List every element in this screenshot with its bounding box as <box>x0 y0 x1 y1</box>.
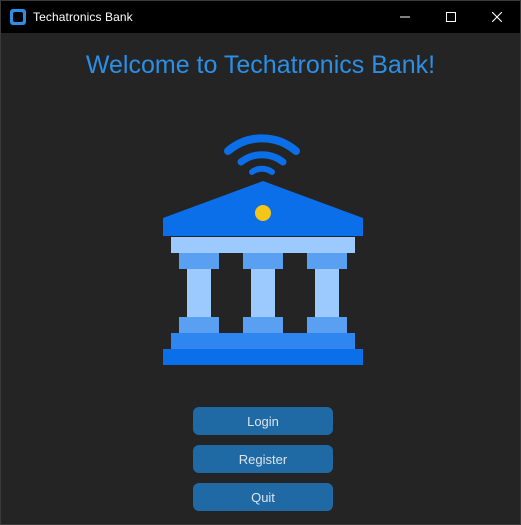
title-bar[interactable]: Techatronics Bank <box>1 1 520 33</box>
minimize-icon <box>400 16 410 18</box>
close-button[interactable] <box>474 1 520 33</box>
welcome-heading: Welcome to Techatronics Bank! <box>85 51 436 79</box>
maximize-button[interactable] <box>428 1 474 33</box>
minimize-button[interactable] <box>382 1 428 33</box>
login-button[interactable]: Login <box>193 407 333 435</box>
quit-button[interactable]: Quit <box>193 483 333 511</box>
register-button[interactable]: Register <box>193 445 333 473</box>
app-icon <box>10 9 26 25</box>
close-icon <box>492 12 502 22</box>
app-window: Techatronics Bank Welcome to Techatronic… <box>0 0 521 525</box>
window-controls <box>382 1 520 33</box>
bank-building-wifi-icon <box>163 134 363 365</box>
wifi-icon <box>224 134 300 175</box>
window-title: Techatronics Bank <box>33 10 133 24</box>
coin-dot <box>255 205 271 221</box>
maximize-icon <box>446 12 456 22</box>
